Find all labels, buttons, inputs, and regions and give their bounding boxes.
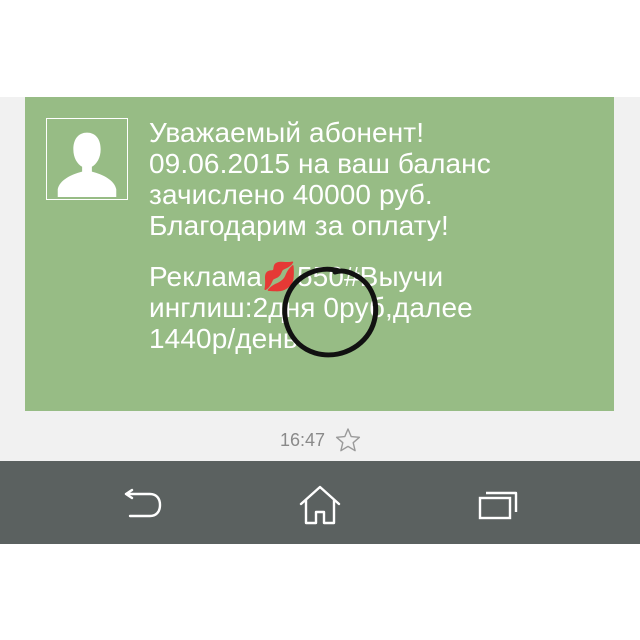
home-icon xyxy=(299,485,341,525)
sms-screen: Уважаемый абонент! 09.06.2015 на ваш бал… xyxy=(0,97,640,544)
navigation-bar xyxy=(0,461,640,544)
home-button[interactable] xyxy=(296,485,344,525)
contact-avatar[interactable] xyxy=(46,118,128,200)
message-bubble[interactable]: Уважаемый абонент! 09.06.2015 на ваш бал… xyxy=(25,97,614,411)
recent-apps-icon xyxy=(478,491,518,520)
message-paragraph-balance: Уважаемый абонент! 09.06.2015 на ваш бал… xyxy=(149,117,491,241)
message-body: Уважаемый абонент! 09.06.2015 на ваш бал… xyxy=(149,117,599,354)
message-meta: 16:47 xyxy=(280,427,361,453)
back-button[interactable] xyxy=(118,485,166,525)
message-paragraph-ad: Реклама💋550#Выучи инглиш:2дня 0руб,далее… xyxy=(149,261,473,354)
star-outline-icon[interactable] xyxy=(335,427,361,453)
person-silhouette-icon xyxy=(57,132,117,198)
back-arrow-icon xyxy=(124,488,162,518)
recent-apps-button[interactable] xyxy=(474,485,522,525)
message-time: 16:47 xyxy=(280,429,326,450)
